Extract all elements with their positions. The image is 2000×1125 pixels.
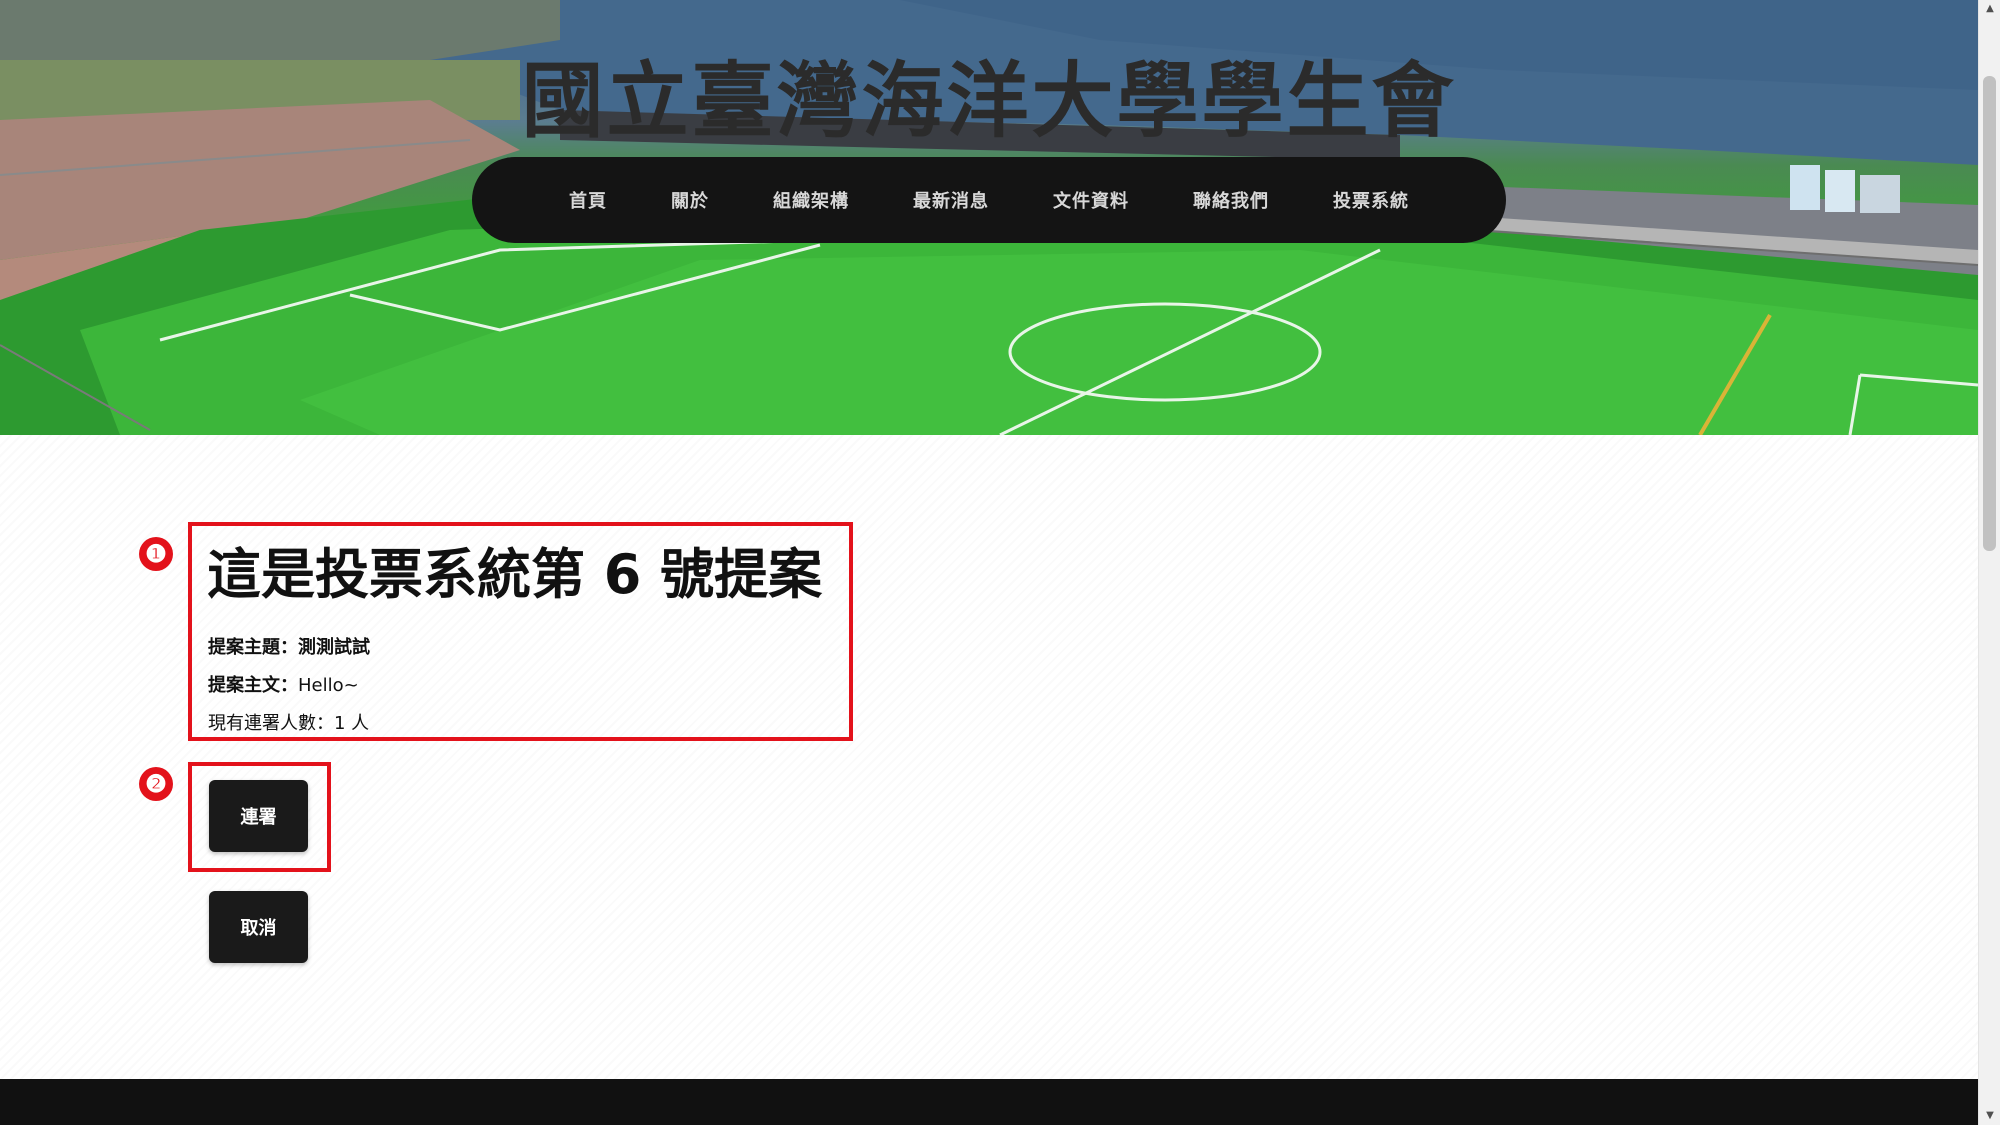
sign-button[interactable]: 連署: [209, 780, 308, 852]
proposal-body: 提案主文：Hello~: [208, 671, 359, 697]
proposal-body-value: Hello~: [298, 675, 359, 696]
proposal-topic-label: 提案主題：: [208, 637, 298, 658]
nav-item-home[interactable]: 首頁: [537, 187, 639, 213]
hero-banner: 國立臺灣海洋大學學生會 首頁 關於 組織架構 最新消息 文件資料 聯絡我們 投票…: [0, 0, 1978, 435]
annotation-marker-2: ❷: [139, 767, 173, 801]
cancel-button[interactable]: 取消: [209, 891, 308, 963]
proposal-topic-value: 測測試試: [298, 637, 370, 658]
nav-item-contact[interactable]: 聯絡我們: [1161, 187, 1301, 213]
scroll-down-arrow-icon[interactable]: ▼: [1979, 1107, 2000, 1125]
signature-count-value: 1 人: [334, 713, 370, 734]
proposal-body-label: 提案主文：: [208, 675, 298, 696]
nav-item-news[interactable]: 最新消息: [881, 187, 1021, 213]
nav-item-documents[interactable]: 文件資料: [1021, 187, 1161, 213]
signature-count: 現有連署人數：1 人: [208, 709, 369, 735]
scroll-up-arrow-icon[interactable]: ▲: [1979, 0, 2000, 18]
proposal-title: 這是投票系統第 6 號提案: [207, 543, 823, 606]
nav-item-voting-system[interactable]: 投票系統: [1301, 187, 1441, 213]
signature-count-label: 現有連署人數：: [208, 713, 334, 734]
annotation-marker-1: ❶: [139, 537, 173, 571]
proposal-topic: 提案主題：測測試試: [208, 633, 370, 659]
nav-item-organization[interactable]: 組織架構: [741, 187, 881, 213]
scrollbar-thumb[interactable]: [1983, 76, 1996, 551]
page: 國立臺灣海洋大學學生會 首頁 關於 組織架構 最新消息 文件資料 聯絡我們 投票…: [0, 0, 2000, 1125]
footer-bar: [0, 1079, 1978, 1125]
nav-item-about[interactable]: 關於: [639, 187, 741, 213]
vertical-scrollbar[interactable]: ▲ ▼: [1978, 0, 2000, 1125]
main-nav: 首頁 關於 組織架構 最新消息 文件資料 聯絡我們 投票系統: [472, 157, 1506, 243]
site-title: 國立臺灣海洋大學學生會: [521, 54, 1457, 149]
